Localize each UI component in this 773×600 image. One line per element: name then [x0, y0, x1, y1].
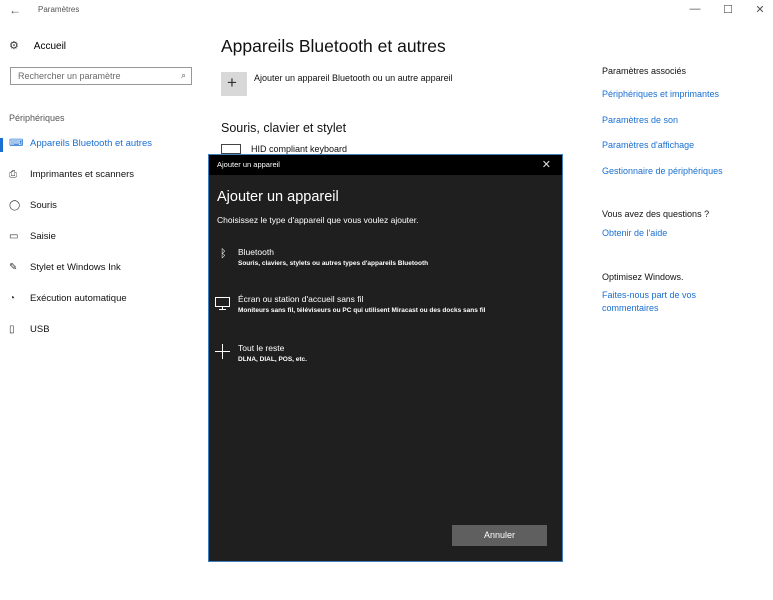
dialog-subtitle: Choisissez le type d'appareil que vous v…	[217, 215, 419, 225]
option-description: Moniteurs sans fil, téléviseurs ou PC qu…	[238, 307, 486, 314]
page-title: Appareils Bluetooth et autres	[221, 36, 446, 56]
section-label: Périphériques	[9, 113, 65, 123]
dialog-heading: Ajouter un appareil	[217, 189, 339, 205]
sidebar-item-typing[interactable]: ▭ Saisie	[9, 231, 56, 242]
related-settings-title: Paramètres associés	[602, 66, 687, 76]
improve-title: Optimisez Windows.	[602, 272, 684, 282]
sidebar-item-usb[interactable]: ▯ USB	[9, 324, 50, 335]
sidebar-item-label: Exécution automatique	[30, 293, 127, 304]
sidebar-item-mouse[interactable]: ◯ Souris	[9, 200, 57, 211]
dialog-titlebar: Ajouter un appareil ✕	[209, 155, 562, 175]
search-input[interactable]: Rechercher un paramètre ⌕	[10, 67, 192, 85]
monitor-icon	[215, 297, 230, 310]
device-name[interactable]: HID compliant keyboard	[251, 144, 347, 154]
pen-icon: ✎	[9, 262, 18, 273]
sidebar-item-pen[interactable]: ✎ Stylet et Windows Ink	[9, 262, 121, 273]
plus-icon: +	[227, 73, 237, 92]
add-device-dialog: Ajouter un appareil ✕ Ajouter un apparei…	[208, 154, 563, 562]
link-feedback-line1[interactable]: Faites-nous part de vos	[602, 290, 696, 300]
sidebar-item-label: USB	[30, 324, 50, 335]
usb-icon: ▯	[9, 324, 15, 335]
sidebar-item-printers[interactable]: ⎙ Imprimantes et scanners	[9, 169, 134, 180]
sidebar-home[interactable]: ⚙ Accueil	[9, 39, 66, 52]
link-feedback-line2[interactable]: commentaires	[602, 303, 659, 313]
home-label: Accueil	[33, 41, 67, 52]
keyboard-icon: ▭	[9, 231, 19, 242]
questions-title: Vous avez des questions ?	[602, 209, 710, 219]
sidebar-item-bluetooth[interactable]: ⌨ Appareils Bluetooth et autres	[9, 138, 152, 149]
option-title: Tout le reste	[238, 343, 285, 353]
autoplay-icon: ◔	[9, 293, 16, 304]
link-get-help[interactable]: Obtenir de l'aide	[602, 228, 667, 238]
dialog-title: Ajouter un appareil	[217, 160, 280, 169]
add-device-button[interactable]: +	[221, 72, 247, 96]
link-sound-settings[interactable]: Paramètres de son	[602, 115, 678, 125]
back-arrow-icon[interactable]: ←	[9, 3, 21, 17]
add-device-label[interactable]: Ajouter un appareil Bluetooth ou un autr…	[254, 73, 453, 83]
link-display-settings[interactable]: Paramètres d'affichage	[602, 140, 694, 150]
gear-icon: ⚙	[9, 40, 19, 52]
option-description: Souris, claviers, stylets ou autres type…	[238, 260, 429, 267]
window-title: Paramètres	[38, 5, 80, 14]
option-everything-else[interactable]: Tout le reste DLNA, DIAL, POS, etc.	[209, 341, 562, 369]
option-title: Écran ou station d'accueil sans fil	[238, 294, 364, 304]
active-indicator	[0, 138, 3, 152]
mouse-icon: ◯	[9, 200, 21, 211]
close-icon[interactable]: ✕	[751, 3, 769, 16]
link-devices-printers[interactable]: Périphériques et imprimantes	[602, 89, 719, 99]
plus-icon	[215, 344, 230, 359]
bluetooth-devices-icon: ⌨	[9, 138, 24, 149]
search-placeholder: Rechercher un paramètre	[18, 71, 121, 81]
minimize-icon[interactable]: —	[686, 3, 704, 15]
cancel-button[interactable]: Annuler	[452, 525, 547, 546]
bluetooth-icon: ᛒ	[220, 248, 227, 260]
sidebar-item-label: Saisie	[30, 231, 56, 242]
search-icon[interactable]: ⌕	[181, 70, 186, 81]
option-wireless-display[interactable]: Écran ou station d'accueil sans fil Moni…	[209, 292, 562, 320]
sidebar-item-label: Imprimantes et scanners	[30, 169, 135, 180]
maximize-icon[interactable]: ☐	[719, 3, 737, 16]
sidebar-item-autoplay[interactable]: ◔ Exécution automatique	[9, 293, 127, 304]
sidebar-item-label: Stylet et Windows Ink	[30, 262, 121, 273]
close-icon[interactable]: ✕	[542, 158, 551, 171]
option-title: Bluetooth	[238, 247, 274, 257]
printer-icon: ⎙	[9, 169, 17, 180]
sidebar-item-label: Appareils Bluetooth et autres	[30, 138, 152, 149]
option-bluetooth[interactable]: ᛒ Bluetooth Souris, claviers, stylets ou…	[209, 245, 562, 273]
option-description: DLNA, DIAL, POS, etc.	[238, 356, 307, 363]
keyboard-icon	[221, 144, 241, 154]
link-device-manager[interactable]: Gestionnaire de périphériques	[602, 166, 723, 176]
window-titlebar: ← Paramètres — ☐ ✕	[0, 0, 773, 22]
section-title: Souris, clavier et stylet	[221, 121, 347, 135]
sidebar-item-label: Souris	[30, 200, 57, 211]
